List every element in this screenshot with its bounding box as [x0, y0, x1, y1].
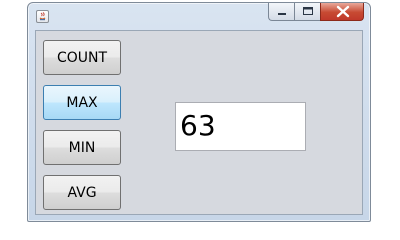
maximize-button[interactable] — [294, 3, 320, 21]
max-button[interactable]: MAX — [43, 85, 121, 120]
close-icon — [336, 5, 350, 18]
avg-button[interactable]: AVG — [43, 175, 121, 210]
content-panel: COUNT MAX MIN AVG 63 — [35, 30, 363, 215]
minimize-icon — [278, 13, 286, 15]
result-field[interactable]: 63 — [175, 102, 306, 151]
max-button-label: MAX — [66, 94, 98, 111]
java-app-icon[interactable] — [36, 10, 49, 23]
count-button-label: COUNT — [56, 49, 108, 66]
app-window: COUNT MAX MIN AVG 63 — [27, 2, 371, 222]
maximize-icon — [303, 7, 313, 15]
caption-buttons — [268, 3, 364, 22]
avg-button-label: AVG — [67, 184, 97, 201]
close-button[interactable] — [320, 3, 364, 21]
minimize-button[interactable] — [268, 3, 294, 21]
min-button[interactable]: MIN — [43, 130, 121, 165]
min-button-label: MIN — [68, 139, 96, 156]
title-bar[interactable] — [28, 3, 370, 29]
count-button[interactable]: COUNT — [43, 40, 121, 75]
